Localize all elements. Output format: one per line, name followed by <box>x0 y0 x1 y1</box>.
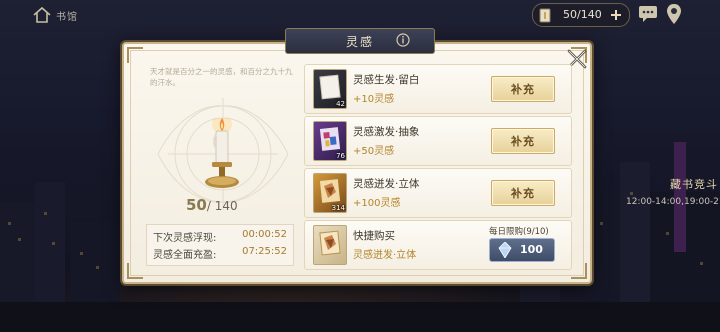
full-inspiration-timer: 灵感全面充盈: 07:25:52 <box>153 246 287 262</box>
cubist-card-icon: 314 <box>313 173 347 213</box>
abstract-card-icon: 76 <box>313 121 347 161</box>
corner-ornament <box>127 263 143 279</box>
chat-icon[interactable] <box>638 5 658 23</box>
inspiration-max: / 140 <box>206 199 238 213</box>
inspiration-current: 50 <box>186 196 207 214</box>
diamond-price: 100 <box>520 243 543 256</box>
quick-buy-item: 灵感迸发·立体 <box>353 250 417 261</box>
item-gain: +100灵感 <box>353 198 401 209</box>
supply-button-label: 补充 <box>511 83 535 96</box>
quick-buy-title: 快捷购买 <box>353 230 395 242</box>
supply-button[interactable]: 补充 <box>491 180 555 206</box>
item-gain: +10灵感 <box>353 94 395 105</box>
item-count: 42 <box>336 100 345 108</box>
item-row-blank: 42 灵感生发·留白 +10灵感 补充 <box>304 64 572 114</box>
item-row-abstract: 76 灵感激发·抽象 +50灵感 补充 <box>304 116 572 166</box>
item-row-cubist: 314 灵感迸发·立体 +100灵感 补充 <box>304 168 572 218</box>
timer-value: 07:25:52 <box>242 246 287 257</box>
item-count: 314 <box>331 204 345 212</box>
info-icon[interactable] <box>396 33 410 47</box>
scene-title: 书馆 <box>56 12 78 23</box>
corner-ornament <box>571 263 587 279</box>
quick-buy-card-art <box>319 230 341 256</box>
timer-box: 下次灵感浮现: 00:00:52 灵感全面充盈: 07:25:52 <box>146 224 294 266</box>
supply-button[interactable]: 补充 <box>491 76 555 102</box>
dialog-title: 灵感 <box>345 35 374 49</box>
corner-ornament <box>127 47 143 63</box>
map-pin-icon[interactable] <box>666 3 682 25</box>
supply-button-label: 补充 <box>511 135 535 148</box>
inspiration-quote: 天才就是百分之一的灵感，和百分之九十九的汗水。 <box>150 67 293 87</box>
blank-card-icon: 42 <box>313 69 347 109</box>
home-icon[interactable] <box>32 5 52 25</box>
inspiration-amount: 50/ 140 <box>186 196 238 214</box>
event-name: 藏书竞斗 <box>670 178 718 191</box>
candle-ticket-icon <box>539 8 551 23</box>
inspiration-counter[interactable]: 50/140 <box>532 3 630 27</box>
timer-label: 灵感全面充盈: <box>153 250 217 261</box>
plus-icon[interactable] <box>607 6 625 24</box>
next-inspiration-timer: 下次灵感浮现: 00:00:52 <box>153 229 287 245</box>
supply-button-label: 补充 <box>511 187 535 200</box>
supply-button[interactable]: 补充 <box>491 128 555 154</box>
diamond-icon <box>498 242 512 258</box>
daily-limit-label: 每日限购(9/10) <box>489 227 549 237</box>
timer-label: 下次灵感浮现: <box>153 233 217 244</box>
quick-buy-row: 快捷购买 灵感迸发·立体 每日限购(9/10) 100 <box>304 220 572 270</box>
item-name: 灵感迸发·立体 <box>353 178 420 190</box>
event-time: 12:00-14:00,19:00-21:0 <box>626 197 720 207</box>
cubist-card-icon <box>313 225 347 265</box>
item-count: 76 <box>336 152 345 160</box>
dialog-title-tab: 灵感 <box>285 28 435 54</box>
item-gain: +50灵感 <box>353 146 395 157</box>
timer-value: 00:00:52 <box>242 229 287 240</box>
top-hud: 书馆 50/140 <box>0 0 720 30</box>
candle-icon <box>205 118 239 188</box>
buy-with-diamonds-button[interactable]: 100 <box>489 238 555 262</box>
ticket-count: 50/140 <box>563 8 602 21</box>
item-name: 灵感生发·留白 <box>353 74 420 86</box>
item-name: 灵感激发·抽象 <box>353 126 420 138</box>
